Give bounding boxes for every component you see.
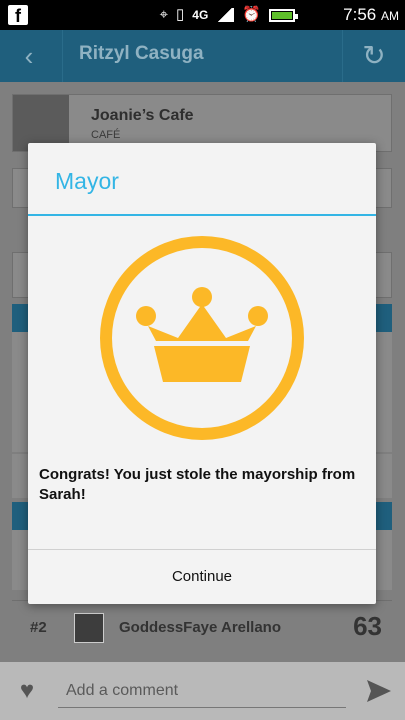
- alarm-icon: ⏰: [242, 6, 261, 23]
- leaderboard-row[interactable]: #2 GoddessFaye Arellano 63: [12, 600, 392, 656]
- header-divider: [342, 30, 343, 82]
- send-icon[interactable]: [365, 678, 393, 704]
- dialog-message: Congrats! You just stole the mayorship f…: [39, 466, 356, 503]
- vibrate-icon: ▯: [176, 6, 185, 23]
- status-icons: ⌖ ▯ 4G ⏰: [159, 4, 298, 26]
- gps-icon: ⌖: [159, 6, 169, 23]
- page-title: Ritzyl Casuga: [79, 43, 204, 64]
- battery-icon: [269, 8, 298, 22]
- score: 63: [353, 611, 382, 641]
- venue-category: CAFÉ: [91, 129, 121, 141]
- clock: 7:56 AM: [343, 5, 399, 26]
- continue-button[interactable]: Continue: [28, 550, 376, 604]
- venue-name: Joanie’s Cafe: [91, 107, 194, 124]
- signal-icon: [216, 8, 235, 22]
- heart-icon[interactable]: ♥: [14, 678, 40, 704]
- mayor-dialog: Mayor Congrats! You just stole the mayor…: [28, 143, 376, 604]
- dialog-title: Mayor: [55, 168, 119, 194]
- back-chevron-icon[interactable]: ‹: [14, 40, 44, 72]
- header-divider: [62, 30, 63, 82]
- rank: #2: [30, 619, 47, 636]
- comment-bar: ♥: [0, 662, 405, 720]
- status-bar: f ⌖ ▯ 4G ⏰ 7:56 AM: [0, 0, 405, 30]
- title-divider: [28, 214, 376, 216]
- network-type: 4G: [192, 8, 209, 22]
- user-name: GoddessFaye Arellano: [119, 619, 281, 636]
- crown-icon: [100, 236, 304, 440]
- am-pm: AM: [381, 9, 399, 23]
- refresh-icon[interactable]: ↻: [357, 40, 391, 72]
- facebook-icon: f: [8, 5, 28, 26]
- app-header: ‹ Ritzyl Casuga ↻: [0, 30, 405, 82]
- time: 7:56: [343, 5, 377, 24]
- comment-input[interactable]: [58, 674, 346, 708]
- avatar: [74, 613, 104, 643]
